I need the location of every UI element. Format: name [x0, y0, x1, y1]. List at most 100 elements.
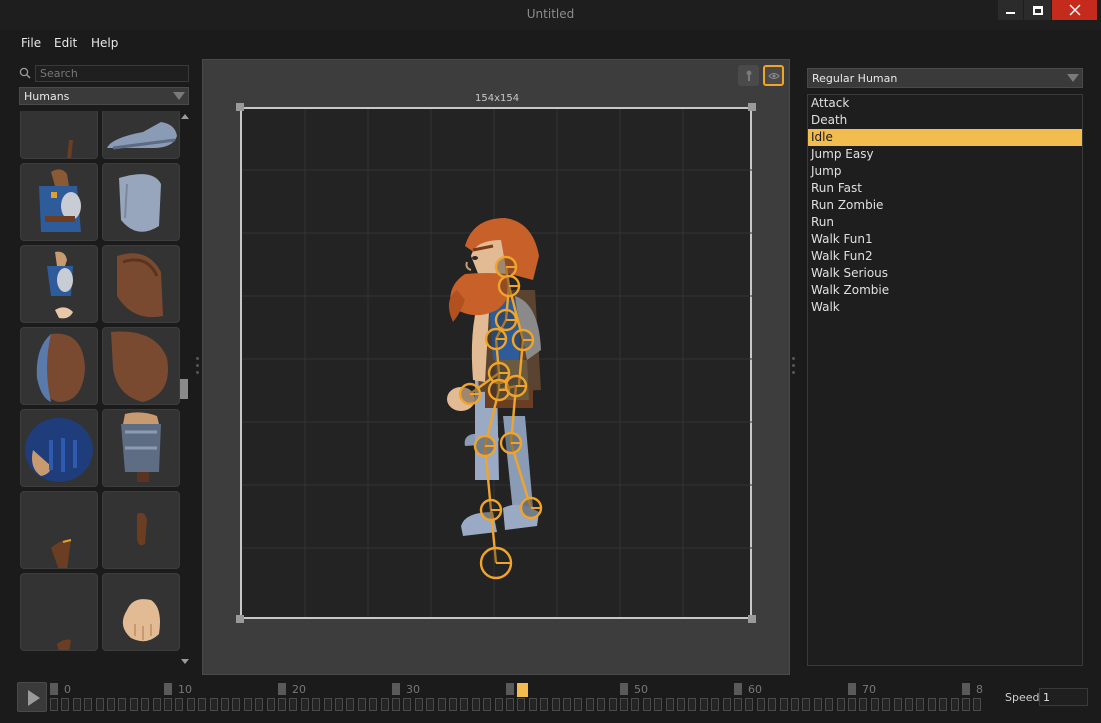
left-splitter-handle[interactable]: [196, 357, 199, 378]
animation-item-walk-serious[interactable]: Walk Serious: [808, 265, 1082, 282]
search-input[interactable]: [35, 65, 189, 82]
speed-input[interactable]: [1039, 688, 1088, 706]
play-button[interactable]: [17, 682, 47, 712]
timeline-frame-cell[interactable]: [837, 698, 845, 711]
part-tile-bracer[interactable]: [102, 409, 180, 487]
timeline-frame-cell[interactable]: [312, 698, 320, 711]
animation-item-run-zombie[interactable]: Run Zombie: [808, 197, 1082, 214]
timeline-frame-cell[interactable]: [472, 698, 480, 711]
timeline-frame-cell[interactable]: [96, 698, 104, 711]
part-tile-gauntlet[interactable]: [20, 409, 98, 487]
timeline-frame-cell[interactable]: [757, 698, 765, 711]
timeline-frame-cell[interactable]: [688, 698, 696, 711]
timeline-frame-cell[interactable]: [563, 698, 571, 711]
menu-edit[interactable]: Edit: [54, 36, 77, 50]
timeline-frame-cell[interactable]: [301, 698, 309, 711]
timeline-frame-cell[interactable]: [164, 698, 172, 711]
right-splitter-handle[interactable]: [792, 357, 795, 378]
timeline-frame-cell[interactable]: [289, 698, 297, 711]
timeline-frame-cell[interactable]: [358, 698, 366, 711]
timeline-frame-cell[interactable]: [609, 698, 617, 711]
timeline-frame-cell[interactable]: [107, 698, 115, 711]
part-tile-blue-leather[interactable]: [20, 327, 98, 405]
rig-select[interactable]: Regular Human: [807, 68, 1083, 88]
timeline-frame-cell[interactable]: [187, 698, 195, 711]
animation-item-walk-zombie[interactable]: Walk Zombie: [808, 282, 1082, 299]
timeline-frame-cell[interactable]: [802, 698, 810, 711]
timeline-frame-cell[interactable]: [232, 698, 240, 711]
animation-item-walk-fun2[interactable]: Walk Fun2: [808, 248, 1082, 265]
timeline-frame-cell[interactable]: [700, 698, 708, 711]
animation-item-attack[interactable]: Attack: [808, 95, 1082, 112]
timeline-frame-cell[interactable]: [643, 698, 651, 711]
minimize-button[interactable]: [998, 0, 1023, 20]
part-tile-hand[interactable]: [102, 573, 180, 651]
timeline-frame-cell[interactable]: [244, 698, 252, 711]
timeline-frame-cell[interactable]: [50, 698, 58, 711]
close-button[interactable]: [1052, 0, 1097, 20]
timeline-frame-cell[interactable]: [335, 698, 343, 711]
timeline-frame-cell[interactable]: [495, 698, 503, 711]
timeline-frame-cell[interactable]: [540, 698, 548, 711]
timeline-frame-cell[interactable]: [597, 698, 605, 711]
part-tile-chest-armor[interactable]: [20, 163, 98, 241]
timeline-frame-cell[interactable]: [928, 698, 936, 711]
timeline-frame-cell[interactable]: [631, 698, 639, 711]
animation-item-idle[interactable]: Idle: [808, 129, 1082, 146]
timeline-frame-cell[interactable]: [552, 698, 560, 711]
timeline-frame-cell[interactable]: [666, 698, 674, 711]
timeline-frame-cell[interactable]: [723, 698, 731, 711]
timeline-frame-cell[interactable]: [267, 698, 275, 711]
timeline-frame-cell[interactable]: [210, 698, 218, 711]
library-scroll-thumb[interactable]: [180, 379, 188, 399]
timeline-frame-cell[interactable]: [392, 698, 400, 711]
timeline-frame-cell[interactable]: [745, 698, 753, 711]
timeline-frame-cell[interactable]: [415, 698, 423, 711]
timeline-frame-cell[interactable]: [141, 698, 149, 711]
timeline-playhead[interactable]: [517, 683, 528, 697]
scroll-down-icon[interactable]: [181, 659, 189, 664]
part-tile-small-piece[interactable]: [102, 491, 180, 569]
part-tile-leather-piece[interactable]: [102, 327, 180, 405]
timeline-frame-cell[interactable]: [449, 698, 457, 711]
timeline-frame-cell[interactable]: [84, 698, 92, 711]
timeline[interactable]: 0 10 20 30 4 50 60 70 8: [50, 682, 985, 712]
timeline-frame-cell[interactable]: [848, 698, 856, 711]
timeline-frame-cell[interactable]: [175, 698, 183, 711]
animation-item-jump[interactable]: Jump: [808, 163, 1082, 180]
timeline-frame-cell[interactable]: [916, 698, 924, 711]
timeline-frame-cell[interactable]: [894, 698, 902, 711]
part-tile-leather-shoulder[interactable]: [102, 245, 180, 323]
part-tile-arm[interactable]: [20, 111, 98, 159]
timeline-frame-cell[interactable]: [426, 698, 434, 711]
maximize-button[interactable]: [1024, 0, 1051, 20]
timeline-frame-cell[interactable]: [278, 698, 286, 711]
part-tile-torso[interactable]: [20, 245, 98, 323]
timeline-frame-cell[interactable]: [871, 698, 879, 711]
timeline-frame-cell[interactable]: [905, 698, 913, 711]
timeline-frame-cell[interactable]: [586, 698, 594, 711]
timeline-frame-cell[interactable]: [517, 698, 525, 711]
timeline-frame-cell[interactable]: [654, 698, 662, 711]
timeline-frame-cell[interactable]: [677, 698, 685, 711]
timeline-frame-cell[interactable]: [529, 698, 537, 711]
timeline-frame-cell[interactable]: [951, 698, 959, 711]
animation-item-run-fast[interactable]: Run Fast: [808, 180, 1082, 197]
menu-help[interactable]: Help: [91, 36, 118, 50]
timeline-frame-cell[interactable]: [939, 698, 947, 711]
timeline-frame-cell[interactable]: [130, 698, 138, 711]
animation-item-jump-easy[interactable]: Jump Easy: [808, 146, 1082, 163]
library-scrollbar[interactable]: [180, 111, 189, 670]
timeline-frame-cell[interactable]: [118, 698, 126, 711]
timeline-frame-cell[interactable]: [61, 698, 69, 711]
animation-item-death[interactable]: Death: [808, 112, 1082, 129]
timeline-frame-cell[interactable]: [814, 698, 822, 711]
timeline-frame-cell[interactable]: [780, 698, 788, 711]
timeline-frame-cell[interactable]: [506, 698, 514, 711]
part-tile-shoe[interactable]: [102, 111, 180, 159]
timeline-frame-cell[interactable]: [711, 698, 719, 711]
scroll-up-icon[interactable]: [181, 114, 189, 119]
timeline-frame-cell[interactable]: [255, 698, 263, 711]
part-tile-pauldron[interactable]: [102, 163, 180, 241]
canvas-viewport[interactable]: 154x154: [202, 59, 790, 675]
